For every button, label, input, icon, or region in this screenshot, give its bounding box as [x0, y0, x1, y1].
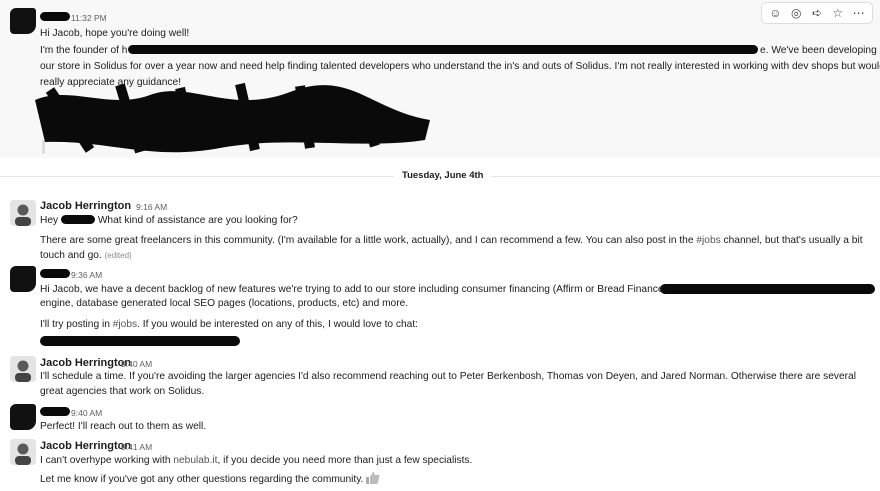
message-text: Hi Jacob, hope you're doing well! [40, 28, 190, 39]
external-link[interactable]: nebulab.it [173, 455, 217, 466]
message-text: I'll schedule a time. If you're avoiding… [40, 371, 856, 397]
sender-name[interactable]: Jacob Herrington [40, 440, 131, 452]
more-icon[interactable]: ⋯ [849, 4, 869, 22]
avatar[interactable] [10, 404, 36, 430]
bookmark-icon[interactable]: ☆ [828, 4, 848, 22]
channel-link[interactable]: #jobs [113, 319, 137, 330]
share-icon[interactable]: ➪ [807, 4, 827, 22]
message-6[interactable]: Jacob Herrington 9:41 AM I can't overhyp… [0, 437, 880, 491]
avatar[interactable] [10, 266, 36, 292]
message-5[interactable]: 9:40 AM Perfect! I'll reach out to them … [0, 404, 880, 436]
message-4[interactable]: Jacob Herrington 9:40 AM I'll schedule a… [0, 354, 880, 400]
message-text: Hi Jacob, we have a decent backlog of ne… [40, 284, 670, 295]
message-2[interactable]: Jacob Herrington 9:16 AM Hey What kind o… [0, 195, 880, 261]
message-3[interactable]: 9:36 AM Hi Jacob, we have a decent backl… [0, 264, 880, 350]
avatar[interactable] [10, 200, 36, 226]
sender-name[interactable]: Jacob Herrington [40, 357, 131, 369]
timestamp[interactable]: 11:32 PM [71, 13, 107, 23]
timestamp[interactable]: 9:40 AM [71, 408, 102, 418]
redacted-text [40, 336, 240, 346]
message-text: I'm the founder of h [40, 45, 128, 56]
message-text: I can't overhype working with nebulab.it… [40, 455, 473, 466]
sender-name[interactable]: Jacob Herrington [40, 200, 131, 212]
avatar[interactable] [10, 8, 36, 34]
message-text: Let me know if you've got any other ques… [40, 472, 380, 487]
message-text: I'll try posting in #jobs. If you would … [40, 319, 418, 330]
timestamp[interactable]: 9:41 AM [121, 442, 152, 452]
message-text: Hey What kind of assistance are you look… [40, 215, 298, 226]
timestamp[interactable]: 9:40 AM [121, 359, 152, 369]
redacted-text [660, 284, 875, 294]
thumbs-up-icon[interactable] [366, 472, 380, 484]
timestamp[interactable]: 9:16 AM [136, 202, 167, 212]
add-reaction-icon[interactable]: ☺ [765, 4, 785, 22]
redacted-name [40, 269, 70, 278]
message-text: There are some great freelancers in this… [40, 235, 863, 261]
reply-thread-icon[interactable]: ◎ [786, 4, 806, 22]
message-1[interactable]: 11:32 PM Hi Jacob, hope you're doing wel… [0, 0, 880, 158]
redacted-name [60, 215, 95, 224]
message-text: e. We've been developing [760, 45, 877, 56]
edited-label: (edited) [104, 251, 132, 260]
avatar[interactable] [10, 439, 36, 465]
day-divider-label[interactable]: Tuesday, June 4th [394, 170, 492, 181]
redacted-text [128, 45, 758, 54]
timestamp[interactable]: 9:36 AM [71, 270, 102, 280]
channel-link[interactable]: #jobs [696, 235, 720, 246]
redacted-name [40, 12, 70, 21]
message-text: our store in Solidus for over a year now… [40, 61, 880, 72]
redacted-scribble [35, 82, 430, 154]
message-actions-toolbar: ☺ ◎ ➪ ☆ ⋯ [761, 2, 873, 24]
redacted-name [40, 407, 70, 416]
message-text: Perfect! I'll reach out to them as well. [40, 421, 207, 432]
message-text: engine, database generated local SEO pag… [40, 298, 409, 309]
avatar[interactable] [10, 356, 36, 382]
